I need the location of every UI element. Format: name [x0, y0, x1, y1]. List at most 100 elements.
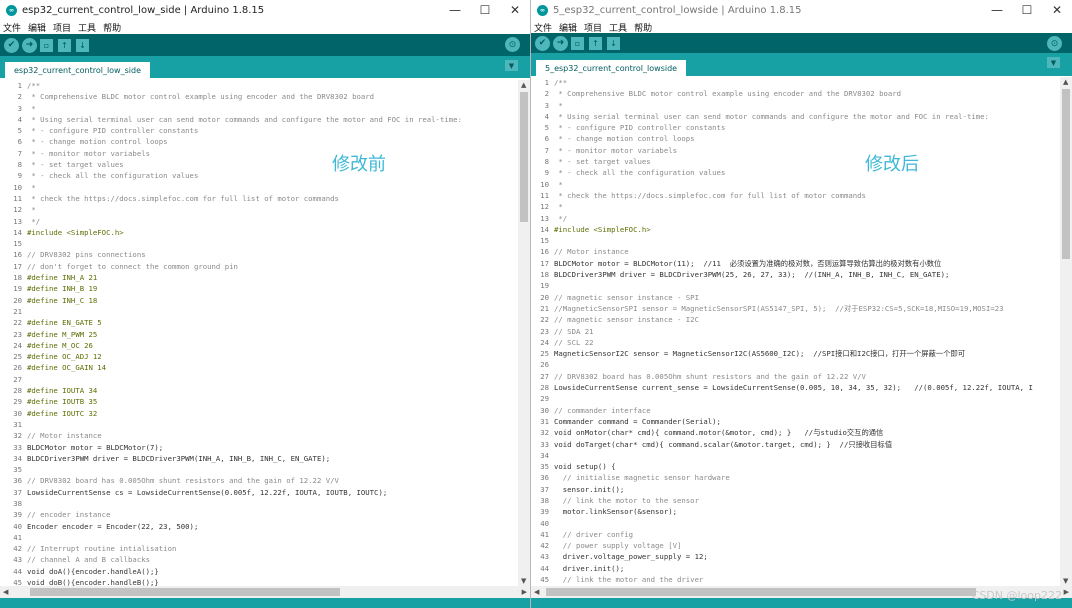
vertical-scrollbar[interactable]: ▲ ▼	[518, 80, 530, 586]
tab-sketch[interactable]: 5_esp32_current_control_lowside	[536, 60, 687, 76]
code-line[interactable]: 1 /**	[0, 80, 518, 91]
code-line[interactable]: 8 * - set target values	[531, 156, 1060, 167]
code-text[interactable]: * check the https://docs.simplefoc.com f…	[27, 193, 339, 204]
code-line[interactable]: 10 *	[0, 182, 518, 193]
code-text[interactable]: sensor.init();	[554, 484, 625, 495]
code-line[interactable]: 23 #define M_PWM 25	[0, 329, 518, 340]
code-text[interactable]: // DRV8302 board has 0.005Ohm shunt resi…	[27, 475, 339, 486]
code-line[interactable]: 25 MagneticSensorI2C sensor = MagneticSen…	[531, 348, 1060, 359]
verify-icon[interactable]: ✔	[4, 37, 19, 53]
save-sketch-icon[interactable]: ↓	[76, 38, 89, 52]
menu-sketch[interactable]: 项目	[53, 21, 71, 34]
scroll-right-icon[interactable]: ▶	[522, 588, 527, 596]
code-line[interactable]: 15	[0, 238, 518, 249]
code-line[interactable]: 42 // power supply voltage [V]	[531, 540, 1060, 551]
new-sketch-icon[interactable]: ▫	[571, 36, 584, 50]
code-line[interactable]: 2 * Comprehensive BLDC motor control exa…	[0, 91, 518, 102]
code-text[interactable]: // magnetic sensor instance - SPI	[554, 292, 699, 303]
code-line[interactable]: 33 void doTarget(char* cmd){ command.scal…	[531, 439, 1060, 450]
code-text[interactable]: *	[554, 179, 562, 190]
scroll-thumb[interactable]	[1062, 89, 1070, 259]
code-line[interactable]: 41	[0, 532, 518, 543]
code-text[interactable]: *	[27, 103, 35, 114]
code-text[interactable]: Encoder encoder = Encoder(22, 23, 500);	[27, 521, 198, 532]
code-text[interactable]: #define M_PWM 25	[27, 329, 97, 340]
code-line[interactable]: 40	[531, 518, 1060, 529]
code-text[interactable]: * Comprehensive BLDC motor control examp…	[27, 91, 374, 102]
code-line[interactable]: 11 * check the https://docs.simplefoc.co…	[0, 193, 518, 204]
code-line[interactable]: 35	[0, 464, 518, 475]
code-line[interactable]: 30 // commander interface	[531, 405, 1060, 416]
code-line[interactable]: 14 #include <SimpleFOC.h>	[531, 224, 1060, 235]
new-sketch-icon[interactable]: ▫	[40, 38, 53, 52]
code-line[interactable]: 40 Encoder encoder = Encoder(22, 23, 500)…	[0, 521, 518, 532]
close-button[interactable]: ✕	[500, 3, 530, 17]
code-line[interactable]: 26 #define OC_GAIN 14	[0, 362, 518, 373]
code-text[interactable]: * Using serial terminal user can send mo…	[554, 111, 989, 122]
code-line[interactable]: 14 #include <SimpleFOC.h>	[0, 227, 518, 238]
code-line[interactable]: 36 // DRV8302 board has 0.005Ohm shunt re…	[0, 475, 518, 486]
code-text[interactable]: // DRV8302 pins connections	[27, 249, 146, 260]
code-line[interactable]: 37 sensor.init();	[531, 484, 1060, 495]
code-line[interactable]: 3 *	[531, 100, 1060, 111]
code-editor[interactable]: 1/** 2 * Comprehensive BLDC motor control…	[0, 80, 518, 586]
code-text[interactable]: // driver config	[554, 529, 633, 540]
code-line[interactable]: 4 * Using serial terminal user can send …	[531, 111, 1060, 122]
code-line[interactable]: 32 void onMotor(char* cmd){ command.motor…	[531, 427, 1060, 438]
code-text[interactable]: */	[554, 213, 567, 224]
maximize-button[interactable]: ☐	[470, 3, 500, 17]
scroll-left-icon[interactable]: ◀	[3, 588, 8, 596]
code-text[interactable]: BLDCMotor motor = BLDCMotor(7);	[27, 442, 163, 453]
code-text[interactable]: BLDCDriver3PWM driver = BLDCDriver3PWM(2…	[554, 269, 949, 280]
code-text[interactable]: * - monitor motor variabels	[554, 145, 677, 156]
code-line[interactable]: 13 */	[531, 213, 1060, 224]
code-text[interactable]: * - monitor motor variabels	[27, 148, 150, 159]
code-line[interactable]: 13 */	[0, 216, 518, 227]
code-line[interactable]: 29 #define IOUTB 35	[0, 396, 518, 407]
code-text[interactable]: */	[27, 216, 40, 227]
code-line[interactable]: 39 motor.linkSensor(&sensor);	[531, 506, 1060, 517]
verify-icon[interactable]: ✔	[535, 35, 550, 51]
scroll-up-icon[interactable]: ▲	[1063, 78, 1068, 86]
code-line[interactable]: 22 #define EN_GATE 5	[0, 317, 518, 328]
code-text[interactable]: * - check all the configuration values	[27, 170, 198, 181]
code-text[interactable]: void doTarget(char* cmd){ command.scalar…	[554, 439, 892, 450]
vertical-scrollbar[interactable]: ▲ ▼	[1060, 77, 1072, 586]
code-line[interactable]: 3 *	[0, 103, 518, 114]
code-line[interactable]: 20 #define INH_C 18	[0, 295, 518, 306]
menu-file[interactable]: 文件	[3, 21, 21, 34]
scroll-up-icon[interactable]: ▲	[521, 81, 526, 89]
code-text[interactable]: *	[27, 182, 35, 193]
code-text[interactable]: BLDCMotor motor = BLDCMotor(11); //11 必须…	[554, 258, 941, 269]
code-line[interactable]: 24 // SCL 22	[531, 337, 1060, 348]
code-line[interactable]: 44 void doA(){encoder.handleA();}	[0, 566, 518, 577]
code-line[interactable]: 24 #define M_OC 26	[0, 340, 518, 351]
code-text[interactable]: #include <SimpleFOC.h>	[27, 227, 124, 238]
code-line[interactable]: 11 * check the https://docs.simplefoc.co…	[531, 190, 1060, 201]
code-text[interactable]: *	[554, 201, 562, 212]
scroll-thumb[interactable]	[546, 588, 976, 596]
code-text[interactable]: driver.init();	[554, 563, 625, 574]
save-sketch-icon[interactable]: ↓	[607, 36, 620, 50]
code-text[interactable]: #define EN_GATE 5	[27, 317, 102, 328]
code-line[interactable]: 6 * - change motion control loops	[0, 136, 518, 147]
code-text[interactable]: // magnetic sensor instance - I2C	[554, 314, 699, 325]
code-line[interactable]: 34	[531, 450, 1060, 461]
code-text[interactable]: #define M_OC 26	[27, 340, 93, 351]
code-text[interactable]: * Using serial terminal user can send mo…	[27, 114, 462, 125]
minimize-button[interactable]: —	[982, 3, 1012, 17]
scroll-down-icon[interactable]: ▼	[1063, 577, 1068, 585]
menu-help[interactable]: 帮助	[103, 21, 121, 34]
code-line[interactable]: 21	[0, 306, 518, 317]
code-line[interactable]: 7 * - monitor motor variabels	[531, 145, 1060, 156]
code-line[interactable]: 37 LowsideCurrentSense cs = LowsideCurren…	[0, 487, 518, 498]
code-line[interactable]: 16 // DRV8302 pins connections	[0, 249, 518, 260]
code-line[interactable]: 20 // magnetic sensor instance - SPI	[531, 292, 1060, 303]
code-line[interactable]: 17 // don't forget to connect the common …	[0, 261, 518, 272]
code-text[interactable]: * check the https://docs.simplefoc.com f…	[554, 190, 866, 201]
code-line[interactable]: 27	[0, 374, 518, 385]
code-line[interactable]: 1 /**	[531, 77, 1060, 88]
code-line[interactable]: 12 *	[0, 204, 518, 215]
code-line[interactable]: 23 // SDA 21	[531, 326, 1060, 337]
close-button[interactable]: ✕	[1042, 3, 1072, 17]
